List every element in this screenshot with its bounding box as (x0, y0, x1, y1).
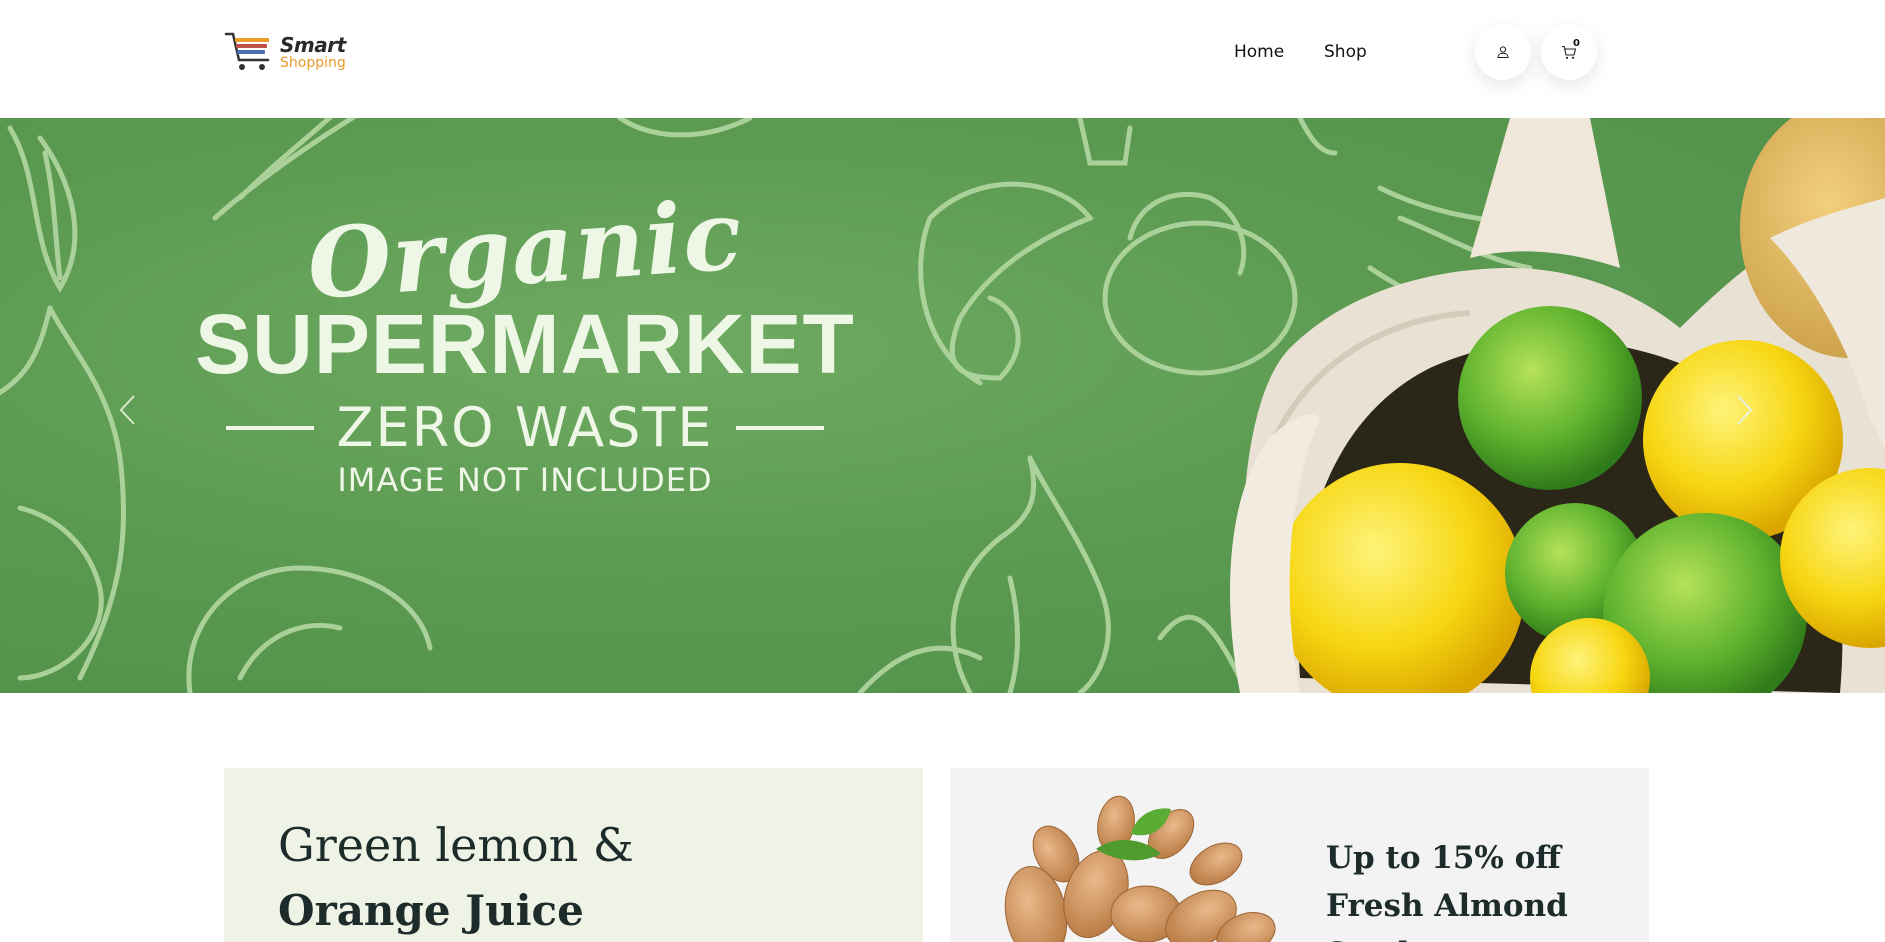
carousel-next-button[interactable] (1730, 390, 1760, 430)
hero-subheadline-row: ZERO WASTE (170, 396, 880, 459)
account-button[interactable] (1475, 24, 1531, 80)
chevron-left-icon (119, 395, 135, 425)
promo-card-almond[interactable]: Up to 15% off Fresh Almond Seed (950, 768, 1649, 942)
carousel-prev-button[interactable] (112, 390, 142, 430)
hero-headline-group: Organic SUPERMARKET ZERO WASTE IMAGE NOT… (170, 178, 880, 499)
divider-line (735, 425, 824, 430)
site-header: Smart Shopping Home Shop 0 (0, 0, 1885, 118)
divider-line (226, 425, 315, 430)
chevron-right-icon (1737, 395, 1753, 425)
logo[interactable]: Smart Shopping (224, 30, 346, 74)
almonds-image (1004, 795, 1276, 942)
hero-note: IMAGE NOT INCLUDED (337, 461, 713, 499)
nav-home-link[interactable]: Home (1234, 42, 1284, 62)
cart-button[interactable]: 0 (1541, 24, 1597, 80)
promo-card-juice[interactable]: Green lemon & Orange Juice (224, 768, 923, 942)
user-icon (1497, 46, 1509, 58)
promo-juice-line1: Green lemon & (278, 818, 634, 872)
logo-tagline: Shopping (280, 54, 346, 71)
hero-banner: Organic SUPERMARKET ZERO WASTE IMAGE NOT… (0, 118, 1885, 693)
nav-home-label: Home (1234, 42, 1285, 62)
cart-count-badge: 0 (1573, 38, 1580, 49)
promo-juice-line2: Orange Juice (278, 886, 584, 935)
promo-almond-text: Up to 15% off Fresh Almond Seed (1326, 840, 1568, 942)
lemons-bag-image (1230, 118, 1885, 693)
nav-shop-label: Shop (1324, 42, 1367, 62)
cart-logo-icon (224, 32, 270, 70)
hero-subheadline: ZERO WASTE (336, 396, 714, 459)
logo-name: Smart (280, 32, 346, 57)
nav-shop-link[interactable]: Shop (1324, 42, 1367, 62)
